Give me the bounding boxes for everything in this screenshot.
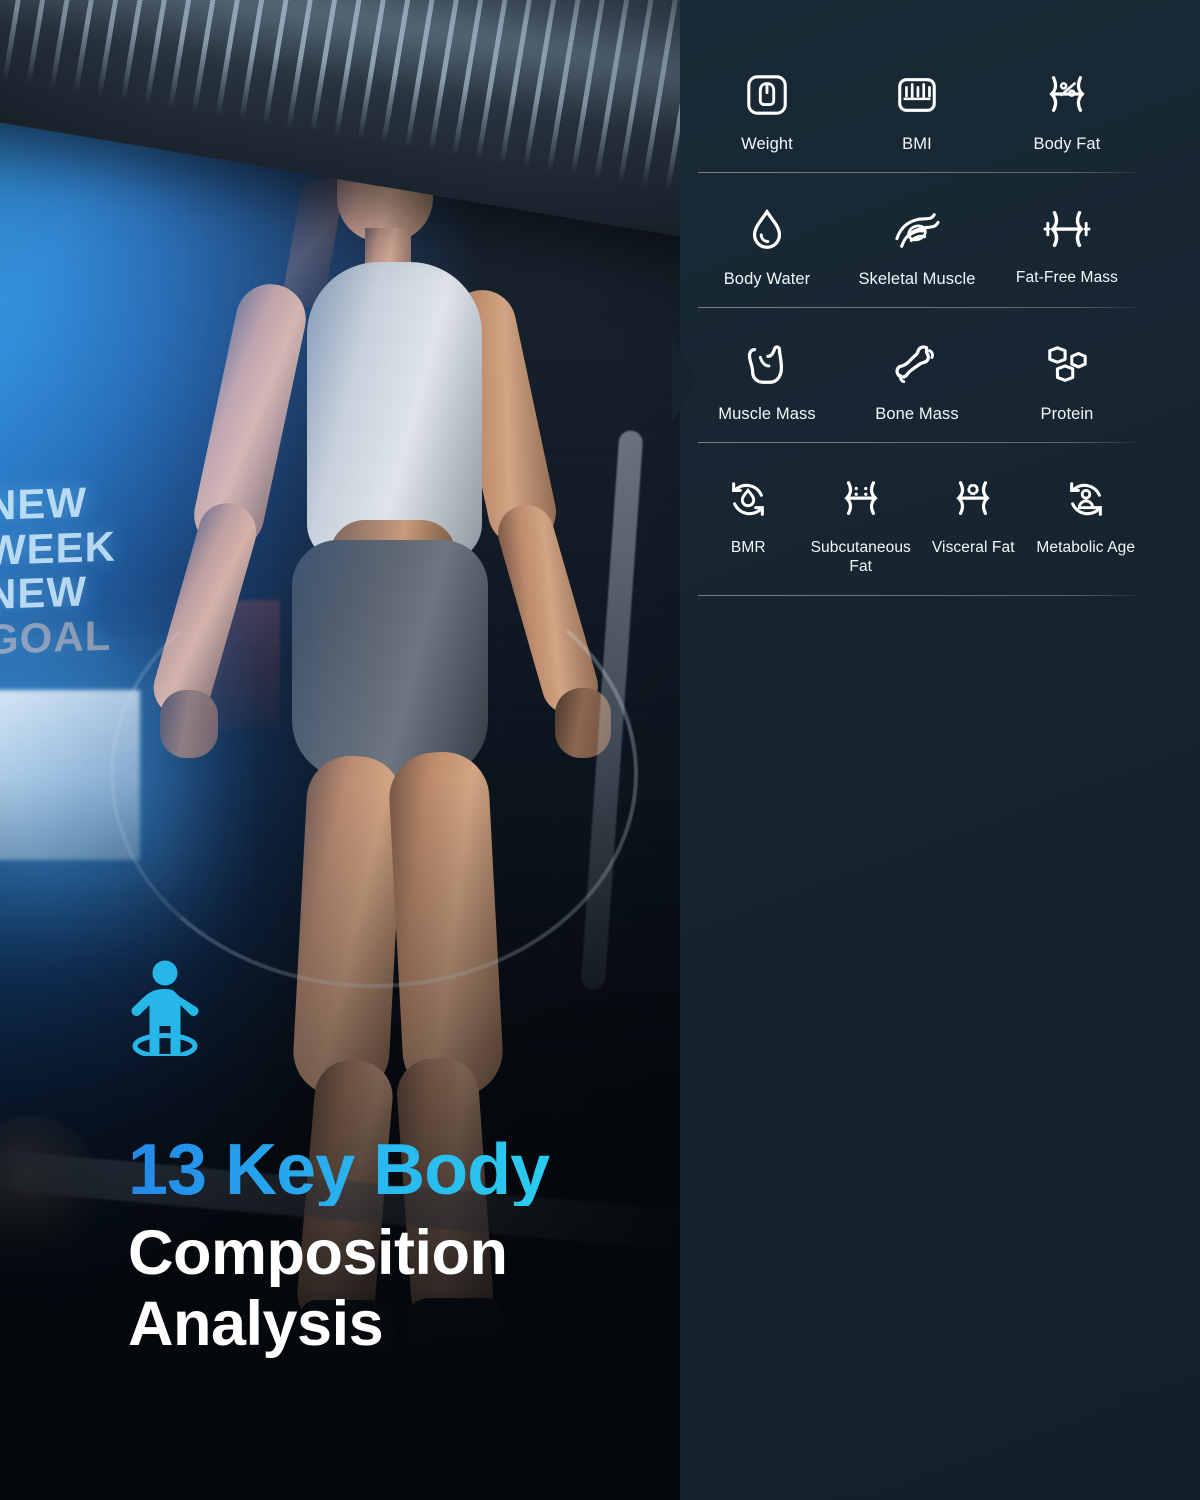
metric-icon-visceral-fat: Visceral Fat <box>917 471 1030 558</box>
visceral-fat-icon <box>950 471 996 529</box>
metric-icon-body-water: Body Water <box>692 201 842 289</box>
icon-row-2: Body Water Skeletal Muscle Fat-Free Mass <box>692 173 1142 307</box>
metric-icon-grid: Weight BMI Body Fat Body Water Skeletal … <box>692 62 1142 597</box>
water-drop-icon <box>745 201 789 259</box>
row-divider-4 <box>698 595 1136 597</box>
metric-icon-label: Bone Mass <box>875 405 959 424</box>
bmr-flame-cycle-icon <box>725 471 771 529</box>
metric-icon-label: Weight <box>741 135 793 153</box>
metric-icon-label: BMI <box>902 135 932 153</box>
muscle-icon <box>744 336 790 394</box>
headline-line-2: Composition Analysis <box>128 1218 658 1359</box>
headline-line-2b: Analysis <box>128 1288 384 1359</box>
metric-icon-label: BMR <box>730 539 766 557</box>
subcutaneous-fat-icon <box>838 471 884 529</box>
metric-icon-label: Protein <box>1040 405 1094 424</box>
metric-icon-bmi: BMI <box>842 66 992 154</box>
metric-icon-label: Body Water <box>723 270 811 289</box>
metric-icon-label: Muscle Mass <box>718 405 816 424</box>
metric-icon-skeletal-muscle: Skeletal Muscle <box>842 201 992 289</box>
metric-icon-body-fat: Body Fat <box>992 66 1142 154</box>
metric-icon-bmr: BMR <box>692 471 805 558</box>
body-fat-percent-icon <box>1042 66 1092 124</box>
metric-icon-label: Body Fat <box>1033 135 1101 153</box>
panel-arrow-notch <box>672 338 698 422</box>
metric-icon-label: Fat-Free Mass <box>1015 269 1118 287</box>
marketing-infographic: NEW WEEK NEW GOAL <box>0 0 1200 1500</box>
person-standing-on-scale-icon <box>131 960 199 1056</box>
bmi-ruler-icon <box>894 66 940 124</box>
protein-molecule-icon <box>1044 336 1090 394</box>
icon-row-3: Muscle Mass Bone Mass Protein <box>692 308 1142 442</box>
metric-icon-protein: Protein <box>992 336 1142 424</box>
headline-line-2a: Composition <box>128 1218 508 1288</box>
headline-line-1: 13 Key Body <box>128 1134 658 1206</box>
metric-icon-metabolic-age: Metabolic Age <box>1030 471 1143 558</box>
metric-icon-label: Subcutaneous Fat <box>810 539 911 576</box>
metric-icon-label: Skeletal Muscle <box>858 270 976 289</box>
metrics-panel: Weight BMI Body Fat Body Water Skeletal … <box>680 0 1200 1500</box>
metric-icon-label: Visceral Fat <box>931 539 1015 557</box>
headline-block: 13 Key Body Composition Analysis <box>128 960 658 1359</box>
metric-icon-label: Metabolic Age <box>1036 539 1136 557</box>
scale-icon <box>744 66 790 124</box>
fat-free-mass-icon <box>1042 201 1092 259</box>
metric-icon-bone-mass: Bone Mass <box>842 336 992 424</box>
icon-row-4: BMR Subcutaneous Fat Visceral Fat Metabo… <box>692 443 1142 595</box>
skeletal-muscle-icon <box>891 201 943 259</box>
icon-row-1: Weight BMI Body Fat <box>692 62 1142 172</box>
metabolic-age-icon <box>1063 471 1109 529</box>
metric-icon-muscle-mass: Muscle Mass <box>692 336 842 424</box>
metric-icon-weight: Weight <box>692 66 842 154</box>
bone-icon <box>893 336 941 394</box>
metric-icon-fat-free-mass: Fat-Free Mass <box>992 201 1142 288</box>
metric-icon-subcutaneous-fat: Subcutaneous Fat <box>805 471 918 577</box>
